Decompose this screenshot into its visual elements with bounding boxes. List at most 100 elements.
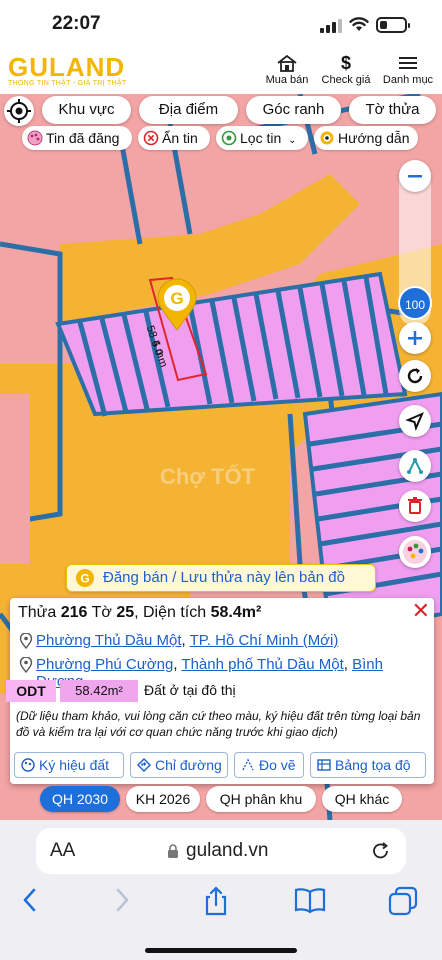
- measure-draw-button[interactable]: Đo vẽ: [234, 752, 304, 778]
- bookmarks-icon[interactable]: [294, 886, 326, 914]
- chip-loc-tin[interactable]: Lọc tin ⌄: [216, 126, 308, 150]
- chevron-down-icon: ⌄: [288, 135, 297, 146]
- share-icon[interactable]: [202, 886, 230, 916]
- chip-tin-da-dang[interactable]: Tin đã đăng: [22, 126, 132, 150]
- thua-label: Thửa: [18, 604, 57, 621]
- logo-tagline: THÔNG TIN THẬT - GIÁ TRỊ THẬT: [8, 80, 127, 87]
- buy-sell-label: Mua bán: [265, 74, 309, 86]
- reload-icon[interactable]: [370, 840, 392, 862]
- logo-text: GULAND: [8, 52, 126, 82]
- plus-icon: [408, 331, 422, 345]
- url-text: guland.vn: [186, 840, 269, 861]
- directions-label: Chỉ đường: [155, 757, 222, 773]
- zoom-level-badge[interactable]: 100: [398, 286, 432, 320]
- status-bar: 22:07: [0, 0, 442, 50]
- directions-icon: [137, 758, 151, 772]
- tab-qh-khac[interactable]: QH khác: [322, 786, 402, 812]
- pill-goc-ranh[interactable]: Góc ranh: [246, 96, 341, 124]
- back-icon[interactable]: [20, 886, 40, 914]
- post-listing-label: Đăng bán / Lưu thửa này lên bản đồ: [103, 569, 345, 586]
- check-price-label: Check giá: [321, 74, 371, 86]
- chip-an-tin[interactable]: Ẩn tin: [138, 126, 210, 150]
- target-icon: [320, 131, 334, 145]
- measure-button[interactable]: [399, 450, 431, 482]
- trash-icon: [408, 497, 422, 514]
- menu-icon: [399, 57, 417, 69]
- old-ward-link[interactable]: Phường Phú Cường: [36, 656, 173, 673]
- forward-icon[interactable]: [112, 886, 132, 914]
- land-use-code: ODT: [6, 680, 56, 702]
- ward-link[interactable]: Phường Thủ Dầu Một: [36, 632, 182, 649]
- to-label: Tờ: [91, 604, 112, 621]
- tabs-icon[interactable]: [388, 886, 418, 916]
- app-header: GULAND THÔNG TIN THẬT - GIÁ TRỊ THẬT Mua…: [0, 50, 442, 94]
- battery-icon: [376, 17, 410, 33]
- table-icon: [317, 759, 331, 771]
- to-number: 25: [116, 604, 135, 621]
- address-bar[interactable]: AA guland.vn: [36, 828, 406, 874]
- land-symbol-label: Ký hiệu đất: [39, 757, 110, 773]
- palette-icon: [21, 758, 35, 772]
- check-price-button[interactable]: $ Check giá: [318, 54, 374, 86]
- navigate-button[interactable]: [399, 405, 431, 437]
- palette-icon: [27, 130, 43, 146]
- measure-icon: [407, 457, 423, 474]
- dollar-icon: $: [340, 53, 351, 73]
- chip-huong-dan[interactable]: Hướng dẫn: [314, 126, 418, 150]
- chip-row: Tin đã đăng Ẩn tin Lọc tin ⌄ Hướng dẫn: [0, 126, 442, 150]
- guland-pin-icon: G: [76, 569, 94, 587]
- signal-icon: [320, 19, 342, 33]
- zoom-out-button[interactable]: [399, 160, 431, 192]
- zoom-in-button[interactable]: [399, 322, 431, 354]
- house-icon: [277, 54, 297, 72]
- lock-icon: [168, 844, 178, 858]
- wifi-icon: [349, 17, 369, 31]
- buy-sell-button[interactable]: Mua bán: [262, 54, 312, 86]
- chip-label: Tin đã đăng: [46, 130, 120, 146]
- guland-logo[interactable]: GULAND THÔNG TIN THẬT - GIÁ TRỊ THẬT: [8, 52, 127, 87]
- area-label: Diện tích: [143, 604, 207, 621]
- land-use-area: 58.42m²: [60, 680, 138, 702]
- directions-button[interactable]: Chỉ đường: [130, 752, 228, 778]
- disclaimer-note: (Dữ liệu tham khảo, vui lòng căn cứ theo…: [16, 709, 421, 739]
- chip-label: Ẩn tin: [162, 130, 198, 146]
- map-pin-icon: [19, 633, 33, 649]
- land-use-description: Đất ở tại đô thị: [144, 682, 236, 698]
- categories-label: Danh mục: [382, 74, 434, 86]
- city-link[interactable]: TP. Hồ Chí Minh (Mới): [190, 632, 339, 649]
- guland-map-pin-icon[interactable]: G: [156, 278, 198, 332]
- location-icon: [221, 130, 237, 146]
- close-card-button[interactable]: ✕: [412, 598, 430, 624]
- reader-aa-button[interactable]: AA: [50, 840, 75, 862]
- home-indicator: [145, 948, 297, 953]
- filter-pill-row: Khu vực Địa điểm Góc ranh Tờ thửa: [0, 96, 442, 124]
- delete-button[interactable]: [399, 490, 431, 522]
- measure-icon: [242, 758, 254, 771]
- coordinate-table-button[interactable]: Bảng tọa độ: [310, 752, 426, 778]
- status-time: 22:07: [52, 13, 101, 34]
- refresh-button[interactable]: [399, 360, 431, 392]
- tab-qh-phan-khu[interactable]: QH phân khu: [206, 786, 316, 812]
- post-listing-button[interactable]: G Đăng bán / Lưu thửa này lên bản đồ: [66, 564, 376, 592]
- minus-icon: [408, 175, 422, 178]
- tab-qh-2030[interactable]: QH 2030: [40, 786, 120, 812]
- land-symbol-button[interactable]: Ký hiệu đất: [14, 752, 124, 778]
- parcel-summary: Thửa 216 Tờ 25, Diện tích 58.4m²: [18, 604, 262, 621]
- navigation-arrow-icon: [405, 412, 424, 432]
- tab-kh-2026[interactable]: KH 2026: [126, 786, 200, 812]
- map-watermark: Chợ TỐT: [160, 463, 256, 489]
- close-circle-icon: [143, 130, 159, 146]
- coordinate-table-label: Bảng tọa độ: [335, 757, 411, 773]
- pill-khu-vuc[interactable]: Khu vực: [42, 96, 131, 124]
- map-pin-icon: [19, 657, 33, 673]
- pill-to-thua[interactable]: Tờ thửa: [349, 96, 436, 124]
- layer-color-button[interactable]: [399, 536, 431, 568]
- svg-text:G: G: [80, 572, 89, 586]
- planning-tab-row: QH 2030 KH 2026 QH phân khu QH khác: [0, 786, 442, 814]
- pill-dia-diem[interactable]: Địa điểm: [139, 96, 238, 124]
- refresh-icon: [407, 368, 423, 384]
- chip-label: Lọc tin: [240, 130, 282, 146]
- old-city-link[interactable]: Thành phố Thủ Dầu Một: [181, 656, 343, 673]
- categories-button[interactable]: Danh mục: [380, 54, 436, 86]
- measure-draw-label: Đo vẽ: [259, 757, 296, 773]
